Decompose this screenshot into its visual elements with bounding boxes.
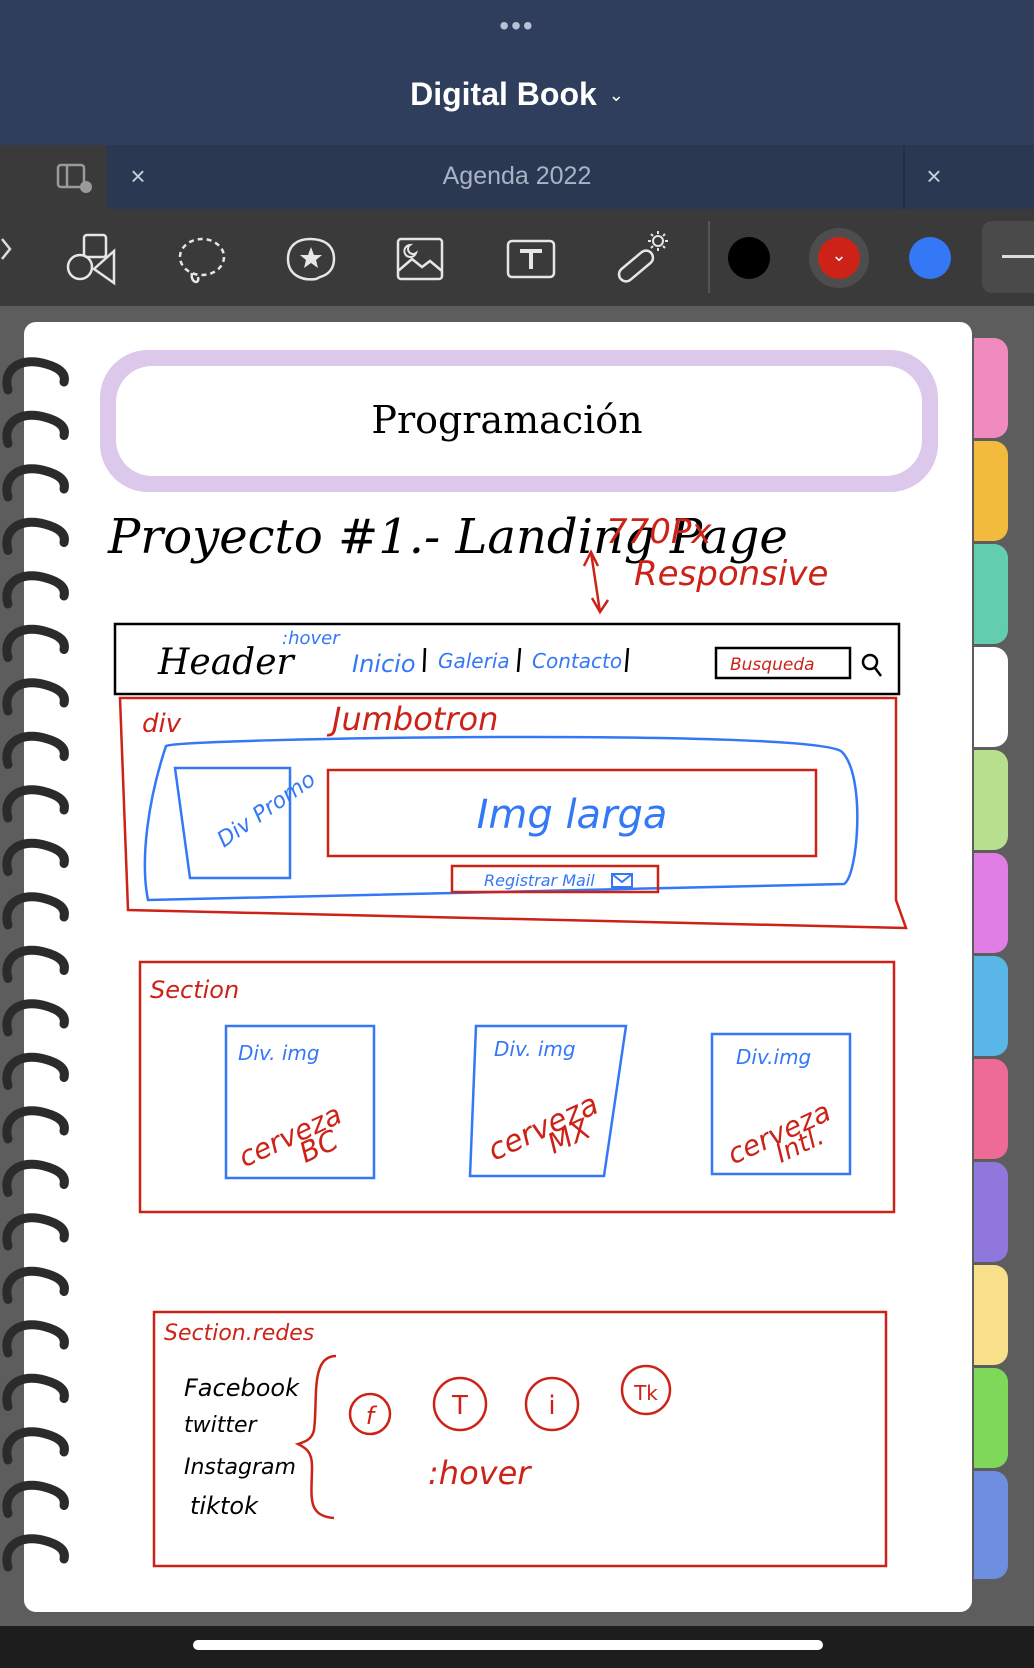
section-tab-10[interactable] <box>974 1265 1008 1365</box>
spiral-ring <box>2 1373 69 1411</box>
tab-bar: × Agenda 2022 × <box>0 145 1034 209</box>
tool-bar: ⌄ <box>0 209 1034 306</box>
close-right-tab-button[interactable]: × <box>917 159 951 193</box>
chevron-down-icon: ⌄ <box>818 237 860 279</box>
window-handle-dots[interactable]: ••• <box>0 12 1034 40</box>
app-title: Digital Book <box>410 76 597 112</box>
color-swatch-blue[interactable] <box>909 237 951 279</box>
shapes-tool[interactable] <box>62 229 122 289</box>
home-indicator[interactable] <box>193 1640 823 1650</box>
chevron-right-icon[interactable] <box>0 229 14 269</box>
section-tab-12[interactable] <box>974 1471 1008 1579</box>
spiral-ring <box>2 624 69 662</box>
spiral-ring <box>2 1159 69 1197</box>
chevron-down-icon: ⌄ <box>608 85 624 105</box>
section-tab-5[interactable] <box>974 750 1008 850</box>
spiral-ring <box>2 517 69 555</box>
spiral-ring <box>2 999 69 1037</box>
pen-thickness-button[interactable] <box>982 221 1034 293</box>
spiral-ring <box>2 1320 69 1358</box>
section-tab-3[interactable] <box>974 544 1008 644</box>
color-swatch-black[interactable] <box>728 237 770 279</box>
text-icon <box>506 239 556 279</box>
spiral-ring <box>2 410 69 448</box>
image-icon <box>396 237 444 281</box>
laser-pointer-tool[interactable] <box>610 229 670 289</box>
section-tab-6[interactable] <box>974 853 1008 953</box>
image-tool[interactable] <box>390 229 450 289</box>
toolbar-divider <box>708 221 710 293</box>
laser-pointer-icon <box>617 231 668 283</box>
sticker-icon <box>286 237 336 281</box>
section-tab-8[interactable] <box>974 1059 1008 1159</box>
spiral-ring <box>2 357 69 395</box>
app-title-bar: ••• Digital Book ⌄ <box>0 0 1034 145</box>
section-tab-9[interactable] <box>974 1162 1008 1262</box>
sticker-tool[interactable] <box>280 229 340 289</box>
text-tool[interactable] <box>500 229 560 289</box>
spiral-ring <box>2 1052 69 1090</box>
tab-title[interactable]: Agenda 2022 <box>0 159 1034 193</box>
section-tab-11[interactable] <box>974 1368 1008 1468</box>
shapes-icon <box>66 233 116 286</box>
spiral-ring <box>2 1534 69 1572</box>
spiral-binding <box>2 357 69 1572</box>
spiral-ring <box>2 785 69 823</box>
color-swatch-red-selected[interactable]: ⌄ <box>809 228 869 288</box>
section-tab-4-active[interactable] <box>974 647 1008 747</box>
section-tab-7[interactable] <box>974 956 1008 1056</box>
spiral-ring <box>2 1480 69 1518</box>
spiral-ring <box>2 1213 69 1251</box>
spiral-ring <box>2 892 69 930</box>
spiral-ring <box>2 838 69 876</box>
lasso-icon <box>178 237 226 284</box>
spiral-ring <box>2 678 69 716</box>
spiral-ring <box>2 571 69 609</box>
spiral-ring <box>2 1427 69 1465</box>
section-tab-2[interactable] <box>974 441 1008 541</box>
spiral-ring <box>2 464 69 502</box>
section-tab-1[interactable] <box>974 338 1008 438</box>
spiral-ring <box>2 1266 69 1304</box>
spiral-ring <box>2 945 69 983</box>
tab-divider <box>903 145 905 209</box>
lasso-tool[interactable] <box>172 229 232 289</box>
spiral-ring <box>2 731 69 769</box>
spiral-ring <box>2 1106 69 1144</box>
notebook-page[interactable] <box>24 322 972 1612</box>
app-title-button[interactable]: Digital Book ⌄ <box>0 74 1034 115</box>
